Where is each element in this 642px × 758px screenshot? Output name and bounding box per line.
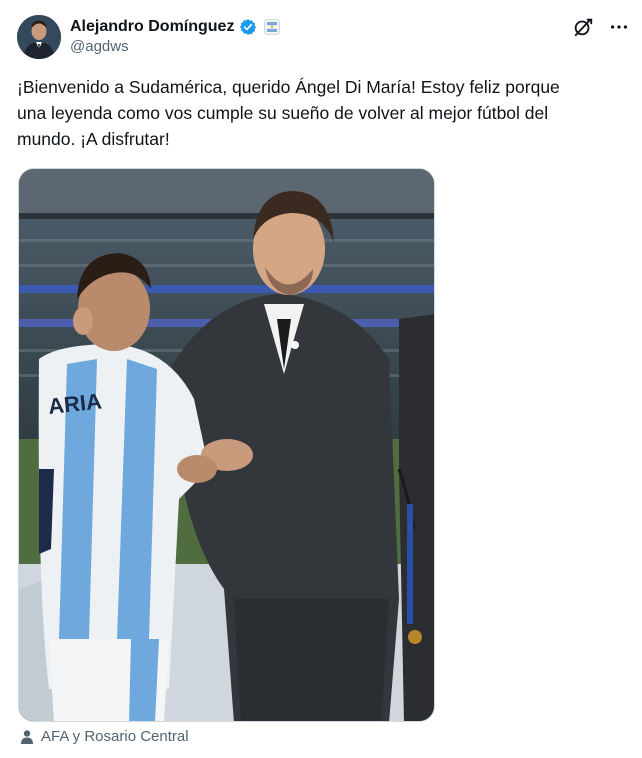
- author-name-row: Alejandro Domínguez: [70, 16, 281, 38]
- author-handle[interactable]: @agdws: [70, 38, 129, 55]
- affiliate-badge-icon[interactable]: [264, 19, 281, 35]
- author-display-name[interactable]: Alejandro Domínguez: [70, 18, 234, 36]
- person-icon: [19, 729, 35, 745]
- tweet-header-actions: [572, 16, 630, 38]
- avatar-image: [17, 15, 61, 59]
- more-icon[interactable]: [608, 16, 630, 38]
- photo-illustration: ARIA: [19, 169, 434, 721]
- verified-badge-icon: [239, 18, 257, 36]
- tweet-text: ¡Bienvenido a Sudamérica, querido Ángel …: [17, 77, 560, 149]
- tagged-users-text: AFA y Rosario Central: [41, 728, 189, 745]
- tagged-users[interactable]: AFA y Rosario Central: [19, 728, 189, 745]
- avatar[interactable]: [17, 15, 61, 59]
- tweet-media-photo[interactable]: ARIA: [18, 168, 435, 722]
- tweet-card: Alejandro Domínguez @agdws ¡Bienvenido a…: [0, 0, 642, 758]
- grok-icon[interactable]: [572, 16, 594, 38]
